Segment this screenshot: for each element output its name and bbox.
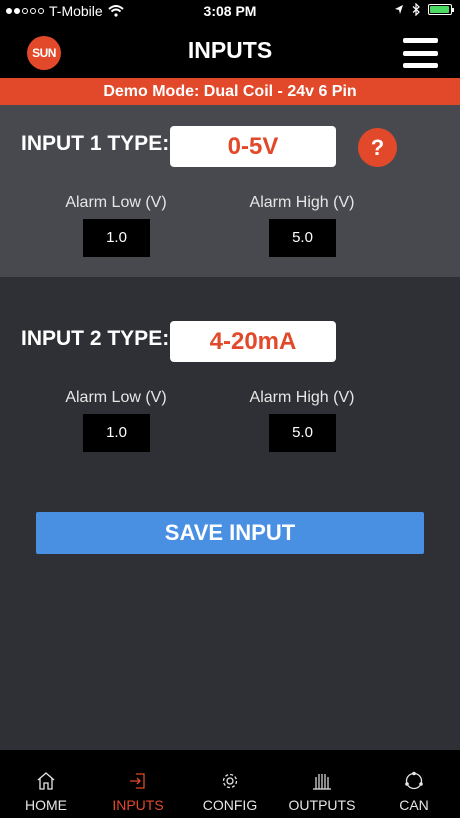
location-arrow-icon [395, 5, 403, 14]
tab-inputs-label: INPUTS [112, 797, 164, 813]
demo-mode-banner: Demo Mode: Dual Coil - 24v 6 Pin [0, 78, 460, 105]
tab-config[interactable]: CONFIG [184, 750, 276, 818]
hamburger-menu-icon[interactable] [403, 38, 438, 68]
input-2-alarm-low-label: Alarm Low (V) [65, 389, 167, 406]
input-1-type-selector[interactable]: 0-5V [170, 126, 336, 167]
input-1-alarm-high-field[interactable]: 5.0 [269, 219, 336, 257]
tab-home-label: HOME [25, 797, 67, 813]
input-2-type-label: INPUT 2 TYPE: [21, 327, 170, 350]
tab-inputs[interactable]: INPUTS [92, 750, 184, 818]
tab-outputs[interactable]: OUTPUTS [276, 750, 368, 818]
save-input-button[interactable]: SAVE INPUT [36, 512, 424, 554]
bluetooth-icon [412, 3, 420, 16]
input-1-section: INPUT 1 TYPE: 0-5V ? Alarm Low (V) Alarm… [0, 105, 460, 277]
input-2-section: INPUT 2 TYPE: 4-20mA Alarm Low (V) Alarm… [0, 277, 460, 467]
tab-can-label: CAN [399, 797, 429, 813]
input-1-alarm-low-field[interactable]: 1.0 [83, 219, 150, 257]
outputs-icon [313, 774, 331, 790]
page-title: INPUTS [187, 37, 273, 63]
input-2-alarm-high-field[interactable]: 5.0 [269, 414, 336, 452]
help-button[interactable]: ? [358, 128, 397, 167]
bottom-tab-bar: HOME INPUTS CONFIG OUTPUTS CAN [0, 750, 460, 818]
status-bar: T-Mobile 3:08 PM [0, 0, 460, 24]
input-2-type-selector[interactable]: 4-20mA [170, 321, 336, 362]
input-1-alarm-low-label: Alarm Low (V) [65, 194, 167, 211]
gear-icon [222, 773, 238, 789]
tab-config-label: CONFIG [202, 797, 258, 813]
status-time: 3:08 PM [203, 3, 257, 19]
input-1-type-label: INPUT 1 TYPE: [21, 132, 170, 155]
tab-home[interactable]: HOME [0, 750, 92, 818]
input-2-alarm-low-field[interactable]: 1.0 [83, 414, 150, 452]
input-2-alarm-high-label: Alarm High (V) [249, 389, 355, 406]
tab-outputs-label: OUTPUTS [288, 797, 356, 813]
can-network-icon [405, 771, 423, 790]
tab-can[interactable]: CAN [368, 750, 460, 818]
input-1-alarm-high-label: Alarm High (V) [249, 194, 355, 211]
battery-icon [428, 4, 454, 15]
home-icon [37, 772, 55, 790]
app-header: SUN INPUTS [0, 24, 460, 78]
inputs-icon [130, 773, 145, 789]
